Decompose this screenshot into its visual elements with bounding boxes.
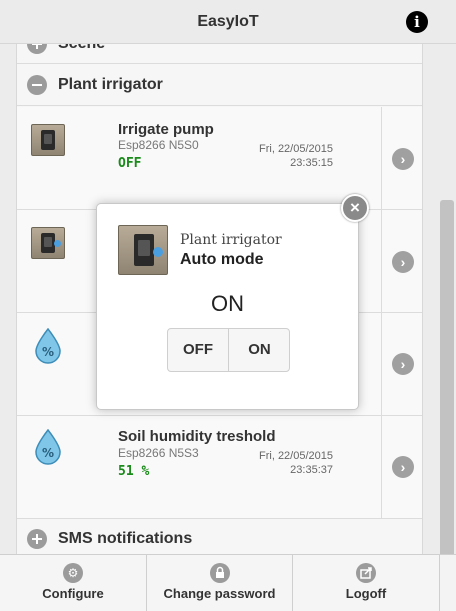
configure-label: Configure <box>42 586 104 601</box>
section-label: SMS notifications <box>58 530 193 547</box>
device-name: Soil humidity treshold <box>118 428 276 445</box>
expand-icon <box>27 529 47 549</box>
chevron-right-icon[interactable]: › <box>392 353 414 375</box>
section-label: Plant irrigator <box>58 76 163 93</box>
popup-state: ON <box>211 291 244 316</box>
info-icon[interactable]: i <box>406 11 428 33</box>
header-bar: EasyIoT i <box>0 0 456 44</box>
chevron-right-icon[interactable]: › <box>392 148 414 170</box>
footer-bar: ⚙ Configure Change password Logoff <box>0 554 456 611</box>
close-icon[interactable]: × <box>341 194 369 222</box>
on-off-control: OFF ON <box>167 328 290 372</box>
on-button[interactable]: ON <box>229 329 290 371</box>
off-button[interactable]: OFF <box>168 329 229 371</box>
device-timestamp: Fri, 22/05/2015 23:35:37 <box>237 449 333 477</box>
humidity-drop-icon: % <box>35 328 61 364</box>
device-timestamp: Fri, 22/05/2015 23:35:15 <box>237 142 333 170</box>
chevron-right-icon[interactable]: › <box>392 456 414 478</box>
logout-icon <box>356 563 376 583</box>
app-title: EasyIoT <box>197 13 259 30</box>
device-value: 51 % <box>118 464 150 479</box>
device-node: Esp8266 N5S3 <box>118 446 199 460</box>
device-value: OFF <box>118 156 142 171</box>
humidity-drop-icon: % <box>35 429 61 465</box>
svg-text:%: % <box>42 446 54 460</box>
switch-icon <box>31 124 65 156</box>
change-password-label: Change password <box>163 586 276 601</box>
logoff-button[interactable]: Logoff <box>293 555 440 611</box>
collapse-icon <box>27 75 47 95</box>
configure-button[interactable]: ⚙ Configure <box>0 555 147 611</box>
scrollbar[interactable] <box>440 200 454 606</box>
gear-icon: ⚙ <box>63 563 83 583</box>
device-time: 23:35:37 <box>290 464 333 476</box>
popup-group: Plant irrigator <box>180 232 282 248</box>
expand-icon <box>27 44 47 54</box>
device-name: Irrigate pump <box>118 121 214 138</box>
section-label: Scene <box>58 44 105 53</box>
device-date: Fri, 22/05/2015 <box>259 143 333 155</box>
section-plant-irrigator[interactable]: Plant irrigator <box>17 64 422 106</box>
device-node: Esp8266 N5S0 <box>118 138 199 152</box>
section-scene[interactable]: Scene <box>17 44 422 64</box>
chevron-right-icon[interactable]: › <box>392 251 414 273</box>
lock-icon <box>209 563 230 583</box>
device-popup: × Plant irrigator Auto mode ON OFF ON <box>96 194 369 410</box>
change-password-button[interactable]: Change password <box>147 555 293 611</box>
device-row-soil-humidity[interactable]: % Soil humidity treshold Esp8266 N5S3 51… <box>17 416 422 519</box>
switch-icon <box>118 225 168 275</box>
device-date: Fri, 22/05/2015 <box>259 450 333 462</box>
logoff-label: Logoff <box>345 586 387 601</box>
device-row-irrigate-pump[interactable]: Irrigate pump Esp8266 N5S0 OFF Fri, 22/0… <box>17 107 422 210</box>
section-sms-notifications[interactable]: SMS notifications <box>17 519 422 554</box>
popup-device-name: Auto mode <box>180 251 264 268</box>
device-time: 23:35:15 <box>290 157 333 169</box>
switch-icon <box>31 227 65 259</box>
svg-text:%: % <box>42 345 54 359</box>
